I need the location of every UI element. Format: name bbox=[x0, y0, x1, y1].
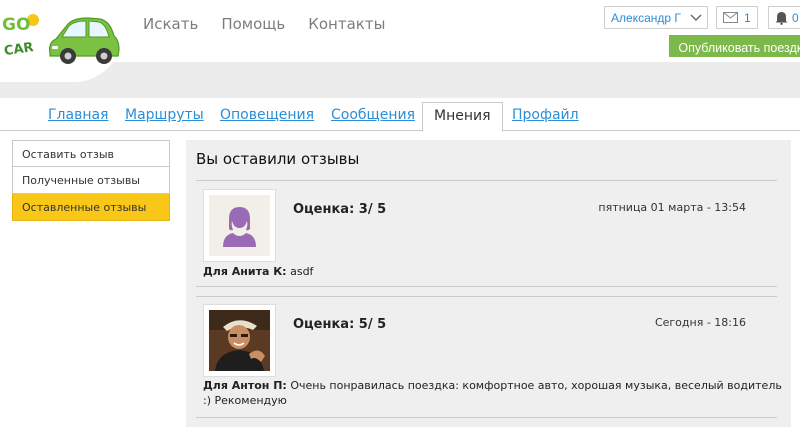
nav-contacts[interactable]: Контакты bbox=[308, 15, 385, 33]
publish-trip-button[interactable]: Опубликовать поездку bbox=[669, 35, 800, 57]
logo-area: GO CAR bbox=[0, 0, 122, 82]
notifications-count: 0 bbox=[792, 11, 799, 25]
review-text: Для Антон П: Очень понравилась поездка: … bbox=[203, 378, 783, 408]
nav-help[interactable]: Помощь bbox=[221, 15, 285, 33]
sidebar-item-received-reviews[interactable]: Полученные отзывы bbox=[12, 167, 170, 194]
divider bbox=[196, 417, 777, 418]
user-name: Александр Г bbox=[611, 11, 681, 25]
review-rating: Оценка: 5/ 5 bbox=[293, 317, 387, 332]
sidebar-item-leave-review[interactable]: Оставить отзыв bbox=[12, 140, 170, 167]
tab-routes[interactable]: Маршруты bbox=[125, 107, 204, 123]
tab-alerts[interactable]: Оповещения bbox=[220, 107, 314, 123]
divider bbox=[196, 180, 777, 181]
user-menu-select[interactable]: Александр Г bbox=[604, 6, 708, 29]
tab-messages[interactable]: Сообщения bbox=[331, 107, 415, 123]
review-recipient: Для Антон П: bbox=[203, 379, 287, 392]
review-date: пятница 01 марта - 13:54 bbox=[598, 201, 746, 214]
default-female-avatar-icon bbox=[209, 195, 270, 256]
messages-button[interactable]: 1 bbox=[716, 6, 758, 29]
tab-profile[interactable]: Профайл bbox=[512, 107, 579, 123]
car-icon bbox=[49, 17, 120, 64]
avatar[interactable] bbox=[203, 189, 276, 262]
header-band bbox=[0, 62, 800, 98]
divider bbox=[196, 296, 777, 297]
review-date: Сегодня - 18:16 bbox=[654, 316, 746, 329]
gocar-logo[interactable]: GO CAR bbox=[2, 6, 120, 68]
review-recipient: Для Анита К: bbox=[203, 265, 287, 278]
review-text: Для Анита К: asdf bbox=[203, 264, 783, 279]
logo-text-car: CAR bbox=[3, 40, 34, 59]
main-nav: Искать Помощь Контакты bbox=[143, 15, 385, 33]
sidebar-item-left-reviews[interactable]: Оставленные отзывы bbox=[12, 194, 170, 221]
chevron-down-icon bbox=[690, 14, 702, 21]
user-photo-icon bbox=[209, 310, 270, 371]
page-title: Вы оставили отзывы bbox=[196, 150, 360, 168]
avatar[interactable] bbox=[203, 304, 276, 377]
logo-text-go: GO bbox=[2, 15, 30, 35]
profile-tabs: Главная Маршруты Оповещения Сообщения Мн… bbox=[0, 98, 800, 132]
review-rating: Оценка: 3/ 5 bbox=[293, 202, 387, 217]
review-body: asdf bbox=[290, 265, 314, 278]
divider bbox=[196, 286, 777, 287]
tab-home[interactable]: Главная bbox=[48, 107, 108, 123]
tab-opinions[interactable]: Мнения bbox=[422, 102, 503, 132]
reviews-panel: Вы оставили отзывы Оценка: 3/ 5 пятница … bbox=[186, 140, 791, 427]
envelope-icon bbox=[723, 12, 738, 23]
reviews-sidebar: Оставить отзыв Полученные отзывы Оставле… bbox=[12, 140, 170, 221]
notifications-button[interactable]: 0 bbox=[768, 6, 800, 29]
review-body: Очень понравилась поездка: комфортное ав… bbox=[203, 379, 782, 407]
messages-count: 1 bbox=[744, 11, 751, 25]
bell-icon bbox=[775, 12, 788, 25]
nav-search[interactable]: Искать bbox=[143, 15, 198, 33]
